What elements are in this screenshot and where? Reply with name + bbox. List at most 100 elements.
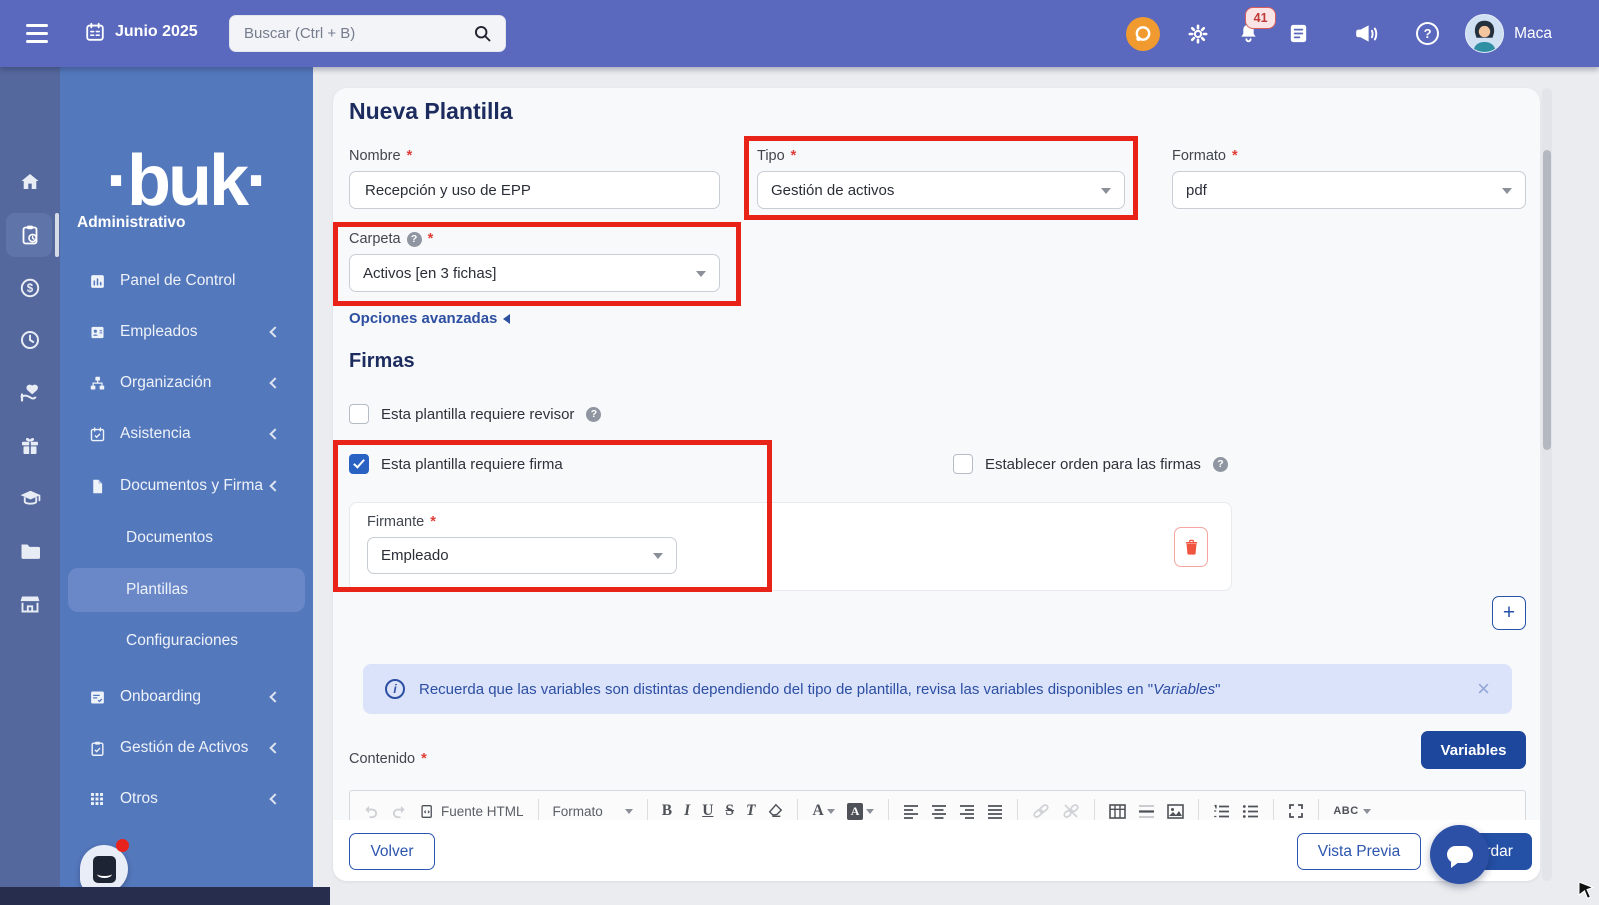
bullet-list-icon[interactable]: [1242, 804, 1259, 819]
sidebar-item-gestion-de-activos[interactable]: Gestión de Activos: [68, 728, 305, 768]
sidebar-item-onboarding[interactable]: Onboarding: [68, 677, 305, 717]
volver-button[interactable]: Volver: [349, 833, 435, 870]
nombre-input[interactable]: [363, 181, 706, 200]
sidebar-item-label: Gestión de Activos: [120, 739, 248, 757]
hamburger-menu-button[interactable]: [26, 24, 48, 43]
settings-gear-icon[interactable]: [1186, 22, 1210, 46]
add-signer-button[interactable]: +: [1492, 596, 1526, 630]
background-color-button[interactable]: A: [847, 803, 875, 820]
maximize-icon[interactable]: [1288, 803, 1304, 819]
sidebar-item-otros[interactable]: Otros: [68, 779, 305, 819]
support-chat-widget[interactable]: [80, 845, 128, 893]
orden-help-icon[interactable]: ?: [1213, 457, 1228, 472]
buk-app: Junio 2025 41: [0, 0, 1599, 905]
announcements-megaphone-icon[interactable]: [1354, 21, 1380, 47]
sidebar-item-label: Asistencia: [120, 425, 191, 443]
user-menu[interactable]: Maca: [1465, 14, 1552, 53]
sidebar-item-asistencia[interactable]: Asistencia: [68, 414, 305, 454]
horizontal-rule-icon[interactable]: [1138, 804, 1155, 819]
tipo-select[interactable]: Gestión de activos: [757, 171, 1125, 209]
underline-button[interactable]: U: [702, 802, 713, 820]
orden-checkbox-row: Establecer orden para las firmas ?: [953, 454, 1228, 474]
dropdown-caret-icon: [1101, 188, 1111, 194]
remove-format-icon[interactable]: [767, 803, 783, 819]
graduation-cap-icon: [18, 486, 43, 511]
chevron-left-icon: [269, 377, 280, 388]
clipboard-check-icon: [84, 740, 110, 757]
sidebar-item-panel-de-control[interactable]: Panel de Control: [68, 261, 305, 301]
align-justify-icon[interactable]: [987, 804, 1003, 819]
help-icon[interactable]: ?: [1416, 22, 1439, 45]
sidebar-subitem-documentos[interactable]: Documentos: [68, 518, 305, 558]
collapse-arrow-icon: [503, 314, 510, 324]
tipo-value: Gestión de activos: [771, 182, 894, 199]
firmante-value: Empleado: [381, 547, 449, 564]
rail-item-files[interactable]: [0, 529, 60, 573]
rewards-icon[interactable]: [1126, 17, 1160, 51]
firmante-select[interactable]: Empleado: [367, 537, 677, 574]
table-icon[interactable]: [1109, 804, 1126, 819]
scrollbar-thumb[interactable]: [1543, 150, 1551, 450]
dropdown-caret-icon: [696, 271, 706, 277]
rail-item-payments[interactable]: $: [0, 266, 60, 310]
sidebar-subitem-plantillas[interactable]: Plantillas: [68, 568, 305, 612]
format-dropdown[interactable]: Formato: [553, 804, 633, 819]
news-icon[interactable]: [1287, 22, 1310, 45]
formato-select[interactable]: pdf: [1172, 171, 1526, 209]
dropdown-caret-icon: [625, 809, 633, 814]
rail-item-tasks[interactable]: [0, 213, 60, 257]
transform-button[interactable]: T: [746, 802, 755, 820]
rail-item-gifts[interactable]: [0, 424, 60, 468]
bold-button[interactable]: B: [662, 802, 672, 820]
rail-item-time[interactable]: [0, 318, 60, 362]
sidebar-item-label: Panel de Control: [120, 272, 235, 290]
notifications-bell-icon[interactable]: 41: [1236, 21, 1261, 46]
avatar[interactable]: [1465, 14, 1504, 53]
rail-item-training[interactable]: [0, 476, 60, 520]
sidebar-item-empleados[interactable]: Empleados: [68, 312, 305, 352]
search-icon[interactable]: [472, 23, 493, 44]
firma-checkbox[interactable]: [349, 454, 369, 474]
redo-icon[interactable]: [391, 803, 408, 820]
carpeta-label: Carpeta ? *: [349, 231, 433, 247]
source-button[interactable]: Fuente HTML: [420, 804, 524, 819]
advanced-options-link[interactable]: Opciones avanzadas: [349, 310, 510, 327]
strikethrough-button[interactable]: S: [725, 802, 734, 820]
ordered-list-icon[interactable]: [1213, 804, 1230, 819]
align-right-icon[interactable]: [959, 804, 975, 819]
revisor-help-icon[interactable]: ?: [586, 407, 601, 422]
undo-icon[interactable]: [362, 803, 379, 820]
sidebar-item-documentos-y-firma[interactable]: Documentos y Firma: [68, 466, 305, 506]
spellcheck-button[interactable]: ABC: [1333, 805, 1370, 817]
chat-launcher-button[interactable]: [1430, 825, 1489, 884]
orden-checkbox[interactable]: [953, 454, 973, 474]
align-left-icon[interactable]: [903, 804, 919, 819]
unlink-icon[interactable]: [1062, 803, 1080, 819]
text-color-button[interactable]: A: [812, 802, 834, 820]
orden-label: Establecer orden para las firmas: [985, 456, 1201, 473]
sidebar-subitem-configuraciones[interactable]: Configuraciones: [68, 621, 305, 661]
image-icon[interactable]: [1167, 804, 1184, 819]
trash-icon: [1183, 539, 1200, 556]
align-center-icon[interactable]: [931, 804, 947, 819]
rail-item-benefits[interactable]: [0, 371, 60, 415]
alert-close-icon[interactable]: ×: [1477, 678, 1490, 700]
search-input[interactable]: [242, 24, 472, 43]
link-icon[interactable]: [1032, 803, 1050, 819]
delete-signer-button[interactable]: [1174, 527, 1208, 567]
sidebar-section-label: Administrativo: [77, 214, 186, 232]
rail-item-home[interactable]: [0, 160, 60, 204]
period-selector[interactable]: Junio 2025: [84, 21, 198, 43]
tipo-label: Tipo*: [757, 148, 796, 164]
source-icon: [420, 804, 435, 819]
sidebar-item-organizacion[interactable]: Organización: [68, 363, 305, 403]
carpeta-help-icon[interactable]: ?: [407, 232, 422, 247]
variables-button[interactable]: Variables: [1421, 731, 1526, 769]
folder-icon: [18, 539, 42, 563]
carpeta-select[interactable]: Activos [en 3 fichas]: [349, 254, 720, 292]
clipboard-clock-icon: [18, 223, 42, 247]
italic-button[interactable]: I: [684, 802, 690, 820]
rail-item-marketplace[interactable]: [0, 582, 60, 626]
vista-previa-button[interactable]: Vista Previa: [1297, 833, 1421, 870]
revisor-checkbox[interactable]: [349, 404, 369, 424]
